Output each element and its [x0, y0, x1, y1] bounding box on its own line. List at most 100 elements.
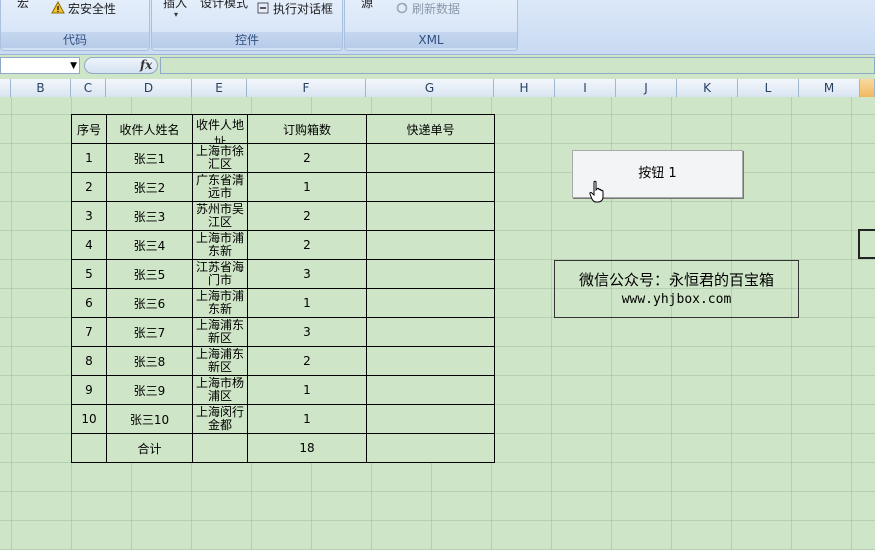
insert-function-icon[interactable]: fx — [140, 57, 152, 74]
header-name[interactable]: 收件人姓名 — [106, 114, 193, 144]
row-tracking-cell[interactable] — [366, 404, 495, 434]
row-address-cell[interactable]: 上海市浦东新 — [192, 230, 248, 260]
row-address-cell[interactable]: 苏州市吴江区 — [192, 201, 248, 231]
row-qty-cell[interactable]: 1 — [247, 375, 367, 405]
row-address-cell[interactable]: 上海浦东新区 — [192, 317, 248, 347]
wechat-text-box[interactable]: 微信公众号：永恒君的百宝箱 www.yhjbox.com — [554, 260, 799, 318]
formula-input[interactable] — [160, 57, 875, 74]
column-header-i[interactable]: I — [555, 79, 616, 97]
row-qty-cell[interactable]: 1 — [247, 288, 367, 318]
row-tracking-cell[interactable] — [366, 346, 495, 376]
column-header-f[interactable]: F — [247, 79, 366, 97]
row-tracking-cell[interactable] — [366, 375, 495, 405]
table-header-row: 序号 收件人姓名 收件人地址 订购箱数 快递单号 — [71, 114, 495, 144]
row-address-cell[interactable]: 上海市杨浦区 — [192, 375, 248, 405]
row-tracking-cell[interactable] — [366, 288, 495, 318]
row-qty-cell[interactable]: 2 — [247, 230, 367, 260]
row-no-cell[interactable]: 8 — [71, 346, 107, 376]
row-qty-cell[interactable]: 1 — [247, 404, 367, 434]
row-name-cell[interactable]: 张三1 — [106, 143, 193, 173]
row-no-cell[interactable]: 10 — [71, 404, 107, 434]
row-no-cell[interactable]: 3 — [71, 201, 107, 231]
group-label-xml: XML — [345, 32, 517, 48]
column-header-j[interactable]: J — [616, 79, 677, 97]
column-header-c[interactable]: C — [71, 79, 106, 97]
row-no-cell[interactable]: 2 — [71, 172, 107, 202]
design-mode-button[interactable]: 设计模式 — [200, 0, 248, 11]
row-tracking-cell[interactable] — [366, 172, 495, 202]
row-name-cell[interactable]: 张三10 — [106, 404, 193, 434]
row-tracking-cell[interactable] — [366, 317, 495, 347]
row-name-cell[interactable]: 张三9 — [106, 375, 193, 405]
row-address-cell[interactable]: 上海闵行金都 — [192, 404, 248, 434]
row-address-cell[interactable]: 江苏省海门市 — [192, 259, 248, 289]
hand-pointer-icon — [589, 180, 604, 203]
total-no-cell[interactable] — [71, 433, 107, 463]
row-no-cell[interactable]: 5 — [71, 259, 107, 289]
row-tracking-cell[interactable] — [366, 143, 495, 173]
row-address-cell[interactable]: 上海浦东新区 — [192, 346, 248, 376]
header-qty[interactable]: 订购箱数 — [247, 114, 367, 144]
row-address-cell[interactable]: 广东省清远市 — [192, 172, 248, 202]
row-qty-cell[interactable]: 3 — [247, 317, 367, 347]
run-dialog-button[interactable]: 执行对话框 — [256, 0, 333, 17]
xml-source-button[interactable]: 源 — [361, 0, 373, 11]
header-no[interactable]: 序号 — [71, 114, 107, 144]
column-header-g[interactable]: G — [366, 79, 494, 97]
row-no-cell[interactable]: 1 — [71, 143, 107, 173]
row-address-cell-text: 苏州市吴江区 — [195, 202, 244, 229]
name-box-dropdown-icon[interactable]: ▼ — [70, 58, 77, 74]
header-tracking[interactable]: 快递单号 — [366, 114, 495, 144]
row-name-cell[interactable]: 张三7 — [106, 317, 193, 347]
column-header-b[interactable]: B — [11, 79, 71, 97]
refresh-data-label: 刷新数据 — [412, 2, 461, 16]
table-row: 10 张三10 上海闵行金都 1 — [71, 404, 495, 434]
row-qty-cell[interactable]: 2 — [247, 346, 367, 376]
name-box[interactable]: ▼ — [0, 57, 80, 74]
header-address[interactable]: 收件人地址 — [192, 114, 248, 144]
row-tracking-cell[interactable] — [366, 230, 495, 260]
wechat-account-text: 微信公众号：永恒君的百宝箱 — [578, 271, 774, 289]
column-header-m[interactable]: M — [799, 79, 860, 97]
macro-security-button[interactable]: 宏安全性 — [51, 0, 116, 17]
row-qty-cell[interactable]: 3 — [247, 259, 367, 289]
warning-shield-icon — [51, 1, 65, 14]
row-name-cell[interactable]: 张三2 — [106, 172, 193, 202]
row-address-cell[interactable]: 上海市徐汇区 — [192, 143, 248, 173]
row-tracking-cell[interactable] — [366, 259, 495, 289]
total-qty[interactable]: 18 — [247, 433, 367, 463]
row-qty-cell[interactable]: 2 — [247, 201, 367, 231]
row-name-cell[interactable]: 张三6 — [106, 288, 193, 318]
select-all-corner[interactable] — [0, 79, 11, 97]
group-label-controls: 控件 — [152, 32, 342, 48]
column-header-h[interactable]: H — [494, 79, 555, 97]
row-qty-cell[interactable]: 2 — [247, 143, 367, 173]
row-name-cell[interactable]: 张三3 — [106, 201, 193, 231]
total-tracking-cell[interactable] — [366, 433, 495, 463]
table-row: 2 张三2 广东省清远市 1 — [71, 172, 495, 202]
ribbon-group-controls: 插入 ▾ 设计模式 执行对话框 控件 — [151, 0, 343, 51]
row-address-cell-text: 广东省清远市 — [195, 173, 244, 200]
column-header-active[interactable] — [860, 79, 875, 97]
total-label[interactable]: 合计 — [106, 433, 193, 463]
insert-dropdown-arrow-icon[interactable]: ▾ — [174, 10, 178, 19]
row-address-cell-text: 上海市徐汇区 — [195, 144, 244, 171]
row-tracking-cell[interactable] — [366, 201, 495, 231]
row-no-cell[interactable]: 4 — [71, 230, 107, 260]
column-header-l[interactable]: L — [738, 79, 799, 97]
column-header-e[interactable]: E — [192, 79, 247, 97]
column-header-k[interactable]: K — [677, 79, 738, 97]
row-name-cell[interactable]: 张三8 — [106, 346, 193, 376]
row-no-cell[interactable]: 7 — [71, 317, 107, 347]
column-header-d[interactable]: D — [106, 79, 192, 97]
row-name-cell[interactable]: 张三5 — [106, 259, 193, 289]
table-row: 1 张三1 上海市徐汇区 2 — [71, 143, 495, 173]
macros-button[interactable]: 宏 — [17, 0, 29, 11]
refresh-data-button[interactable]: 刷新数据 — [395, 0, 460, 17]
row-name-cell[interactable]: 张三4 — [106, 230, 193, 260]
total-addr-cell[interactable] — [192, 433, 248, 463]
row-address-cell[interactable]: 上海市浦东新 — [192, 288, 248, 318]
row-no-cell[interactable]: 9 — [71, 375, 107, 405]
row-qty-cell[interactable]: 1 — [247, 172, 367, 202]
row-no-cell[interactable]: 6 — [71, 288, 107, 318]
